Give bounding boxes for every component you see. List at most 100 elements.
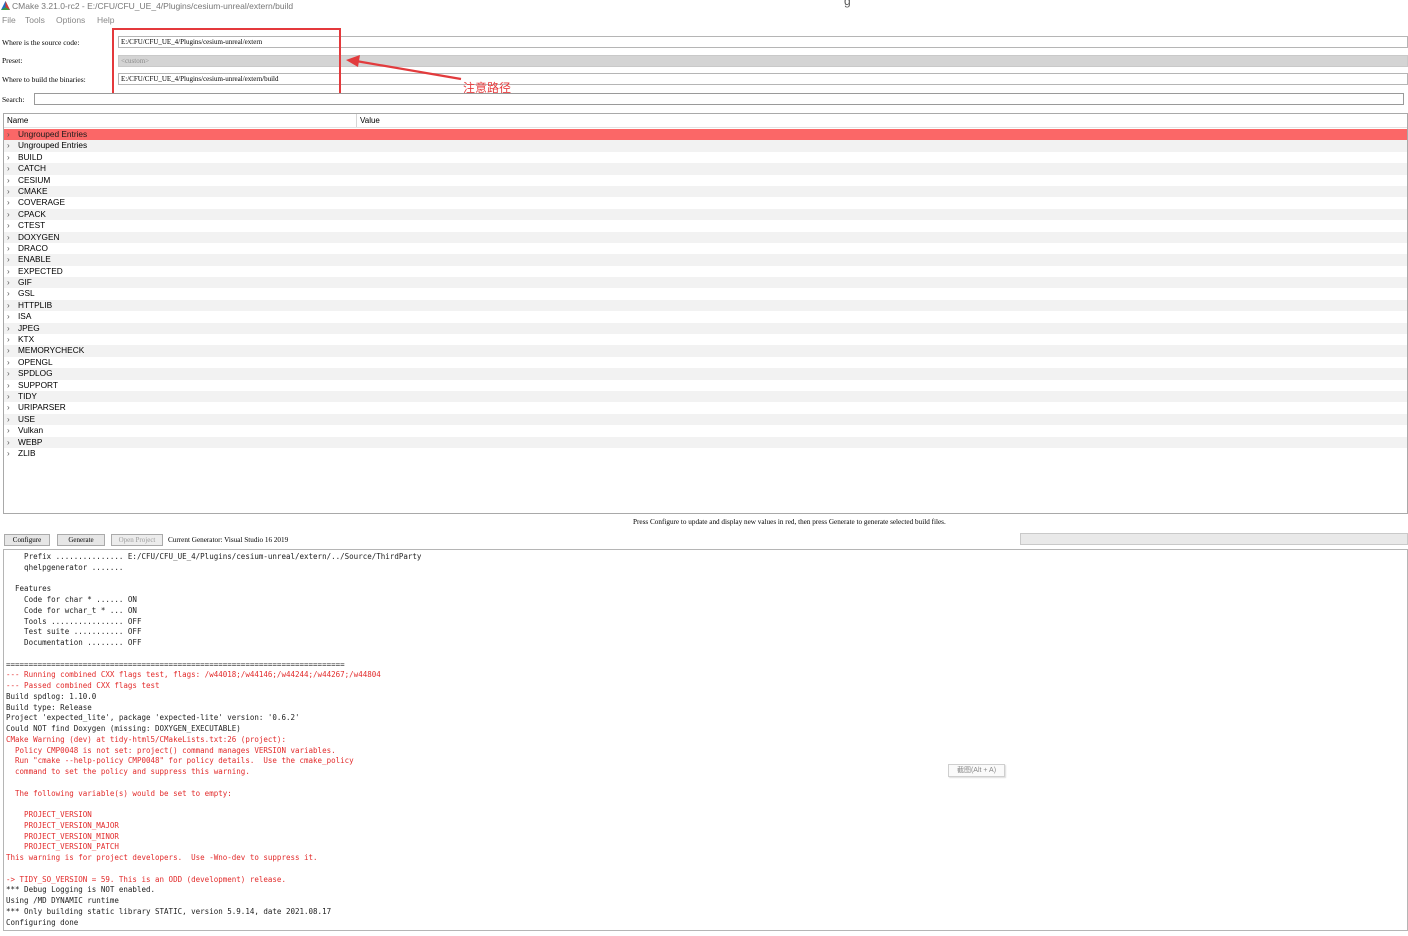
tree-row-label: HTTPLIB <box>18 299 53 310</box>
expand-chevron-icon[interactable]: › <box>7 163 10 174</box>
console-line: Documentation ........ OFF <box>6 638 142 647</box>
console-line: Test suite ........... OFF <box>6 627 142 637</box>
tree-row[interactable]: › EXPECTED <box>4 266 1407 277</box>
tree-row[interactable]: › DRACO <box>4 243 1407 254</box>
expand-chevron-icon[interactable]: › <box>7 266 10 277</box>
tree-row[interactable]: › GIF <box>4 277 1407 289</box>
expand-chevron-icon[interactable]: › <box>7 209 10 220</box>
tree-row[interactable]: › OPENGL <box>4 357 1407 368</box>
expand-chevron-icon[interactable]: › <box>7 152 10 163</box>
tree-row-label: JPEG <box>18 322 40 333</box>
tree-row[interactable]: › CMAKE <box>4 185 1407 198</box>
expand-chevron-icon[interactable]: › <box>7 323 10 334</box>
tree-row-label: ZLIB <box>18 447 36 458</box>
console-line: Build spdlog: 1.10.0 <box>6 691 97 701</box>
expand-chevron-icon[interactable]: › <box>7 448 10 459</box>
expand-chevron-icon[interactable]: › <box>7 243 10 254</box>
tree-row[interactable]: › CATCH <box>4 163 1407 175</box>
column-name-header[interactable]: Name <box>7 116 28 125</box>
expand-chevron-icon[interactable]: › <box>7 277 10 288</box>
tree-row-label: Ungrouped Entries <box>18 129 88 139</box>
menu-help[interactable]: Help <box>97 15 114 25</box>
tree-row[interactable]: › SUPPORT <box>4 380 1407 391</box>
expand-chevron-icon[interactable]: › <box>7 175 10 186</box>
tree-row[interactable]: › SPDLOG <box>4 368 1407 380</box>
expand-chevron-icon[interactable]: › <box>7 232 10 243</box>
expand-chevron-icon[interactable]: › <box>7 300 10 311</box>
expand-chevron-icon[interactable]: › <box>7 220 10 231</box>
tree-row[interactable]: › DOXYGEN <box>4 231 1407 243</box>
tree-row[interactable]: › CPACK <box>4 208 1407 221</box>
expand-chevron-icon[interactable]: › <box>7 402 10 413</box>
tree-row-label: USE <box>18 413 36 424</box>
tree-row-label: WEBP <box>18 436 43 447</box>
console-line: command to set the policy and suppress t… <box>6 767 250 776</box>
expand-chevron-icon[interactable]: › <box>7 425 10 436</box>
expand-chevron-icon[interactable]: › <box>7 345 10 356</box>
expand-chevron-icon[interactable]: › <box>7 414 10 425</box>
tree-row[interactable]: › ZLIB <box>4 448 1407 459</box>
tree-row[interactable]: › WEBP <box>4 436 1407 448</box>
tree-row[interactable]: › ISA <box>4 311 1407 322</box>
expand-chevron-icon[interactable]: › <box>7 288 10 299</box>
menu-options[interactable]: Options <box>56 15 85 25</box>
console-line: Tools ................ OFF <box>6 616 142 626</box>
expand-chevron-icon[interactable]: › <box>7 380 10 391</box>
annotation-arrow-icon <box>346 55 462 81</box>
search-input[interactable] <box>34 93 1404 105</box>
expand-chevron-icon[interactable]: › <box>7 186 10 197</box>
console-line: ========================================… <box>6 659 345 669</box>
console-line: *** Debug Logging is NOT enabled. <box>6 885 156 895</box>
tree-row-label: COVERAGE <box>18 197 66 208</box>
console-line: Features <box>6 584 52 594</box>
tree-row[interactable]: › GSL <box>4 288 1407 299</box>
tree-row[interactable]: › USE <box>4 413 1407 426</box>
expand-chevron-icon[interactable]: › <box>7 437 10 448</box>
tree-row[interactable]: › COVERAGE <box>4 197 1407 208</box>
tree-row[interactable]: › BUILD <box>4 152 1407 163</box>
tree-row-label: CPACK <box>18 208 46 219</box>
console-line: Build type: Release <box>6 702 92 712</box>
expand-chevron-icon[interactable]: › <box>7 391 10 402</box>
tree-row-label: CESIUM <box>18 174 51 185</box>
tree-row[interactable]: › MEMORYCHECK <box>4 345 1407 357</box>
open-project-button[interactable]: Open Project <box>111 534 163 546</box>
expand-chevron-icon[interactable]: › <box>7 357 10 368</box>
expand-chevron-icon[interactable]: › <box>7 140 10 151</box>
console-line: Could NOT find Doxygen (missing: DOXYGEN… <box>6 724 241 733</box>
console-line: Run "cmake --help-policy CMP0048" for po… <box>6 756 354 766</box>
expand-chevron-icon[interactable]: › <box>7 368 10 379</box>
console-line: This warning is for project developers. … <box>6 853 318 862</box>
generate-button[interactable]: Generate <box>57 534 105 546</box>
tree-row[interactable]: › JPEG <box>4 322 1407 335</box>
tree-row[interactable]: › CESIUM <box>4 175 1407 186</box>
tree-row[interactable]: › KTX <box>4 334 1407 345</box>
expand-chevron-icon[interactable]: › <box>7 129 10 140</box>
tree-row[interactable]: › Ungrouped Entries <box>4 129 1407 141</box>
column-divider[interactable] <box>356 114 357 127</box>
tree-row[interactable]: › TIDY <box>4 390 1407 403</box>
tree-row[interactable]: › Ungrouped Entries <box>4 140 1407 152</box>
column-value-header[interactable]: Value <box>360 116 380 125</box>
output-console[interactable]: Prefix ............... E:/CFU/CFU_UE_4/P… <box>3 549 1408 931</box>
tree-row[interactable]: › URIPARSER <box>4 402 1407 413</box>
tree-row[interactable]: › ENABLE <box>4 254 1407 266</box>
title-bar: CMake 3.21.0-rc2 - E:/CFU/CFU_UE_4/Plugi… <box>0 0 1408 13</box>
tree-row[interactable]: › HTTPLIB <box>4 299 1407 312</box>
tree-row-label: EXPECTED <box>18 265 63 276</box>
menu-tools[interactable]: Tools <box>25 15 45 25</box>
expand-chevron-icon[interactable]: › <box>7 197 10 208</box>
tree-row-label: OPENGL <box>18 356 53 367</box>
tree-row-label: URIPARSER <box>18 402 66 413</box>
tree-row[interactable]: › CTEST <box>4 220 1407 231</box>
menu-file[interactable]: File <box>2 15 16 25</box>
expand-chevron-icon[interactable]: › <box>7 254 10 265</box>
configure-button[interactable]: Configure <box>4 534 50 546</box>
console-line: PROJECT_VERSION_PATCH <box>6 842 119 852</box>
expand-chevron-icon[interactable]: › <box>7 311 10 322</box>
tree-row[interactable]: › Vulkan <box>4 425 1407 436</box>
console-line: The following variable(s) would be set t… <box>6 788 232 798</box>
expand-chevron-icon[interactable]: › <box>7 334 10 345</box>
cache-tree[interactable]: Name Value › Ungrouped Entries › Ungrouped … <box>3 113 1408 514</box>
tree-rows: › Ungrouped Entries › Ungrouped Entries › BUI… <box>4 129 1407 459</box>
